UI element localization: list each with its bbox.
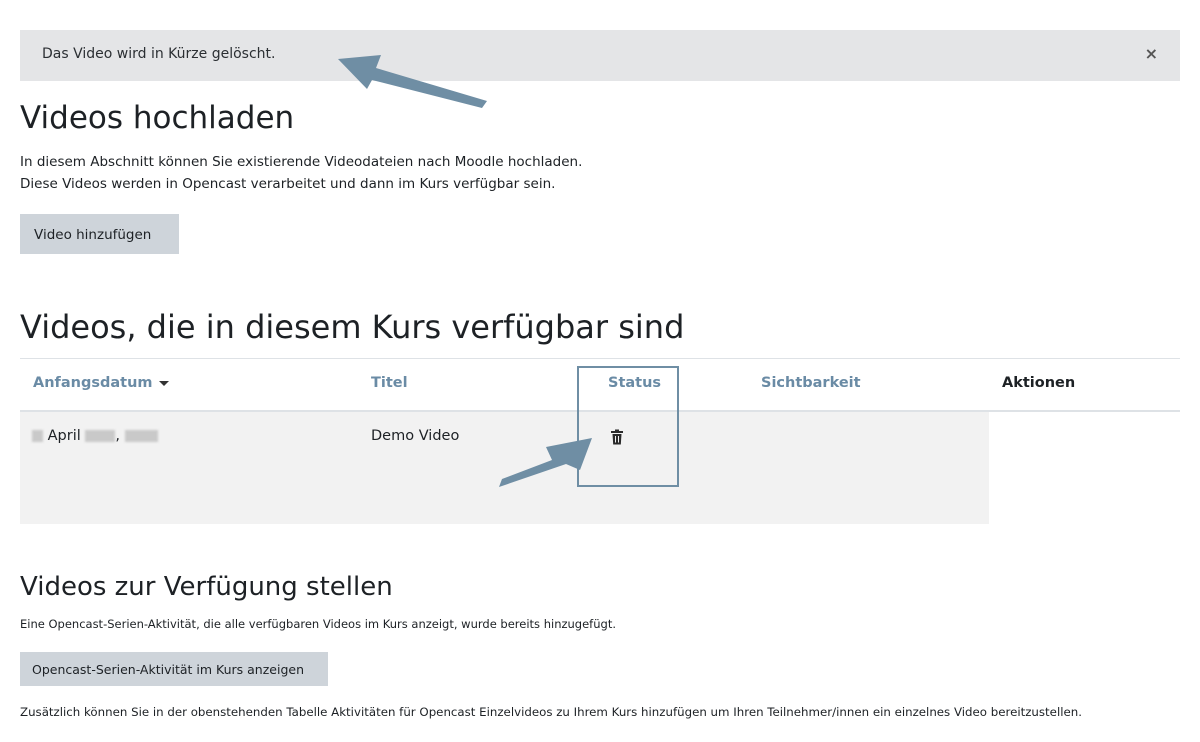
table-top-border xyxy=(20,358,1180,359)
column-header-visibility[interactable]: Sichtbarkeit xyxy=(761,375,861,391)
add-video-button[interactable]: Video hinzufügen xyxy=(20,214,179,254)
close-icon[interactable]: × xyxy=(1145,44,1158,63)
column-header-actions: Aktionen xyxy=(1002,375,1076,391)
upload-description-line-1: In diesem Abschnitt können Sie existiere… xyxy=(20,154,583,170)
column-header-start-date-label: Anfangsdatum xyxy=(33,375,153,391)
column-header-start-date[interactable]: Anfangsdatum xyxy=(33,375,169,391)
show-series-activity-button[interactable]: Opencast-Serien-Aktivität im Kurs anzeig… xyxy=(20,652,328,686)
redacted-time xyxy=(124,430,158,442)
upload-heading: Videos hochladen xyxy=(20,100,295,136)
row-start-date: April , xyxy=(32,428,158,444)
redacted-day xyxy=(32,430,43,442)
provide-description: Eine Opencast-Serien-Aktivität, die alle… xyxy=(20,617,616,631)
table-row xyxy=(20,412,989,524)
available-videos-heading: Videos, die in diesem Kurs verfügbar sin… xyxy=(20,308,685,346)
alert-message: Das Video wird in Kürze gelöscht. xyxy=(42,46,276,62)
upload-description: In diesem Abschnitt können Sie existiere… xyxy=(20,151,582,195)
provide-videos-heading: Videos zur Verfügung stellen xyxy=(20,572,393,602)
footer-description: Zusätzlich können Sie in der obenstehend… xyxy=(20,705,1082,719)
sort-caret-icon xyxy=(158,380,169,386)
notification-alert: Das Video wird in Kürze gelöscht. × xyxy=(20,30,1180,81)
status-highlight-box xyxy=(577,366,679,487)
row-date-month: April xyxy=(47,428,81,444)
column-header-title[interactable]: Titel xyxy=(371,375,408,391)
redacted-year xyxy=(85,430,116,442)
upload-description-line-2: Diese Videos werden in Opencast verarbei… xyxy=(20,176,556,192)
row-title: Demo Video xyxy=(371,428,460,444)
